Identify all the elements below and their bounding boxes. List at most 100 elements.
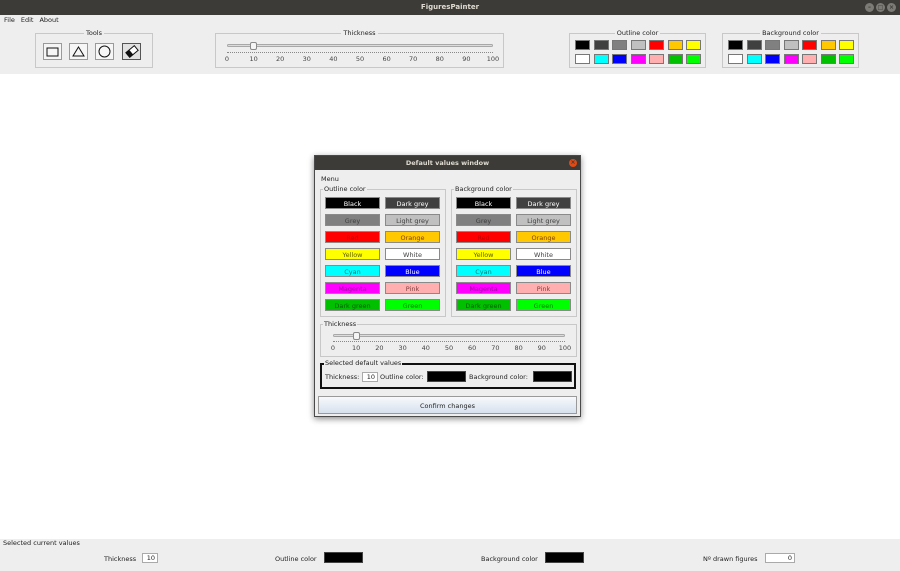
- eraser-tool-button[interactable]: [122, 43, 141, 60]
- status-outline-label: Outline color: [275, 555, 317, 563]
- dialog-thickness-tick-label: 80: [514, 344, 523, 352]
- background-color-swatch[interactable]: [728, 54, 743, 64]
- dialog-background-dark-grey-button[interactable]: Dark grey: [516, 197, 571, 209]
- outline-color-swatch[interactable]: [686, 54, 701, 64]
- thickness-tick-label: 60: [382, 55, 391, 63]
- dialog-background-blue-button[interactable]: Blue: [516, 265, 571, 277]
- outline-color-swatch[interactable]: [667, 40, 683, 50]
- dialog-outline-light-grey-button[interactable]: Light grey: [385, 214, 440, 226]
- dialog-outline-magenta-button[interactable]: Magenta: [325, 282, 380, 294]
- dialog-background-cyan-button[interactable]: Cyan: [456, 265, 511, 277]
- outline-color-swatch[interactable]: [667, 54, 683, 64]
- dialog-thickness-ticks: [333, 339, 565, 342]
- background-color-swatch[interactable]: [765, 54, 780, 64]
- outline-color-swatch[interactable]: [593, 40, 609, 50]
- background-color-swatch[interactable]: [765, 40, 780, 50]
- dialog-background-dark-green-button[interactable]: Dark green: [456, 299, 511, 311]
- rectangle-tool-button[interactable]: [43, 43, 62, 60]
- outline-color-swatch[interactable]: [649, 40, 664, 50]
- background-color-title: Background color: [760, 29, 821, 37]
- eraser-icon: [124, 45, 139, 58]
- outline-color-swatch[interactable]: [686, 40, 701, 50]
- background-color-swatch[interactable]: [839, 40, 854, 50]
- menu-file[interactable]: File: [4, 15, 15, 25]
- background-color-swatch[interactable]: [802, 40, 817, 50]
- outline-color-swatch[interactable]: [630, 40, 646, 50]
- dialog-outline-dark-green-button[interactable]: Dark green: [325, 299, 380, 311]
- background-color-swatch[interactable]: [783, 54, 799, 64]
- dialog-outline-cyan-button[interactable]: Cyan: [325, 265, 380, 277]
- dialog-thickness-tick-label: 0: [330, 344, 336, 352]
- dialog-background-yellow-button[interactable]: Yellow: [456, 248, 511, 260]
- window-titlebar: FiguresPainter – □ ×: [0, 0, 900, 15]
- outline-color-swatch[interactable]: [612, 40, 627, 50]
- background-color-swatch[interactable]: [820, 54, 836, 64]
- dialog-outline-orange-button[interactable]: Orange: [385, 231, 440, 243]
- background-color-swatch[interactable]: [820, 40, 836, 50]
- background-color-swatch[interactable]: [802, 54, 817, 64]
- thickness-tick-label: 30: [302, 55, 311, 63]
- dialog-outline-dark-grey-button[interactable]: Dark grey: [385, 197, 440, 209]
- background-color-swatch[interactable]: [728, 40, 743, 50]
- thickness-tick-label: 0: [224, 55, 230, 63]
- dialog-outline-pink-button[interactable]: Pink: [385, 282, 440, 294]
- outline-color-swatch[interactable]: [575, 54, 590, 64]
- thickness-tick-label: 40: [329, 55, 338, 63]
- dialog-outline-green-button[interactable]: Green: [385, 299, 440, 311]
- dialog-close-icon[interactable]: ×: [569, 159, 577, 167]
- dialog-outline-red-button[interactable]: Red: [325, 231, 380, 243]
- minimize-icon[interactable]: –: [865, 3, 874, 12]
- background-color-swatch[interactable]: [783, 40, 799, 50]
- status-bar: Selected current values Thickness 10 Out…: [0, 539, 900, 571]
- menu-edit[interactable]: Edit: [21, 15, 34, 25]
- dialog-background-red-button[interactable]: Red: [456, 231, 511, 243]
- dialog-background-black-button[interactable]: Black: [456, 197, 511, 209]
- dialog-outline-grey-button[interactable]: Grey: [325, 214, 380, 226]
- status-title: Selected current values: [3, 539, 80, 547]
- dialog-background-color-preview: [533, 371, 572, 382]
- dialog-outline-black-button[interactable]: Black: [325, 197, 380, 209]
- outline-color-swatch[interactable]: [630, 54, 646, 64]
- dialog-background-orange-button[interactable]: Orange: [516, 231, 571, 243]
- background-color-swatch[interactable]: [839, 54, 854, 64]
- dialog-outline-color-label: Outline color:: [380, 373, 424, 381]
- dialog-thickness-slider-track[interactable]: [333, 334, 565, 337]
- dialog-background-white-button[interactable]: White: [516, 248, 571, 260]
- dialog-thickness-label: Thickness:: [325, 373, 360, 381]
- dialog-background-magenta-button[interactable]: Magenta: [456, 282, 511, 294]
- background-color-swatch[interactable]: [746, 40, 762, 50]
- dialog-background-pink-button[interactable]: Pink: [516, 282, 571, 294]
- thickness-title: Thickness: [341, 29, 378, 37]
- outline-color-swatch[interactable]: [649, 54, 664, 64]
- thickness-slider-thumb[interactable]: [250, 42, 258, 50]
- background-color-swatch[interactable]: [746, 54, 762, 64]
- dialog-outline-title: Outline color: [323, 185, 367, 193]
- close-icon[interactable]: ×: [887, 3, 896, 12]
- dialog-outline-white-button[interactable]: White: [385, 248, 440, 260]
- thickness-tick-label: 70: [409, 55, 418, 63]
- dialog-background-light-grey-button[interactable]: Light grey: [516, 214, 571, 226]
- triangle-tool-button[interactable]: [69, 43, 88, 60]
- thickness-tick-label: 100: [486, 55, 500, 63]
- dialog-thickness-title: Thickness: [323, 320, 358, 328]
- circle-icon: [98, 45, 111, 58]
- dialog-thickness-value: 10: [362, 372, 378, 382]
- menu-about[interactable]: About: [39, 15, 58, 25]
- circle-tool-button[interactable]: [95, 43, 114, 60]
- maximize-icon[interactable]: □: [876, 3, 885, 12]
- status-background-label: Background color: [481, 555, 538, 563]
- dialog-outline-blue-button[interactable]: Blue: [385, 265, 440, 277]
- thickness-slider-track[interactable]: [227, 44, 493, 47]
- dialog-background-grey-button[interactable]: Grey: [456, 214, 511, 226]
- dialog-title: Default values window: [405, 159, 490, 167]
- status-thickness-label: Thickness: [104, 555, 137, 563]
- menu-bar: File Edit About: [0, 15, 900, 25]
- confirm-changes-button[interactable]: Confirm changes: [318, 396, 577, 414]
- thickness-tick-label: 10: [249, 55, 258, 63]
- dialog-background-panel: Background color Black Dark grey Grey Light…: [451, 185, 577, 317]
- outline-color-swatch[interactable]: [593, 54, 609, 64]
- dialog-background-green-button[interactable]: Green: [516, 299, 571, 311]
- outline-color-swatch[interactable]: [575, 40, 590, 50]
- dialog-outline-yellow-button[interactable]: Yellow: [325, 248, 380, 260]
- outline-color-swatch[interactable]: [612, 54, 627, 64]
